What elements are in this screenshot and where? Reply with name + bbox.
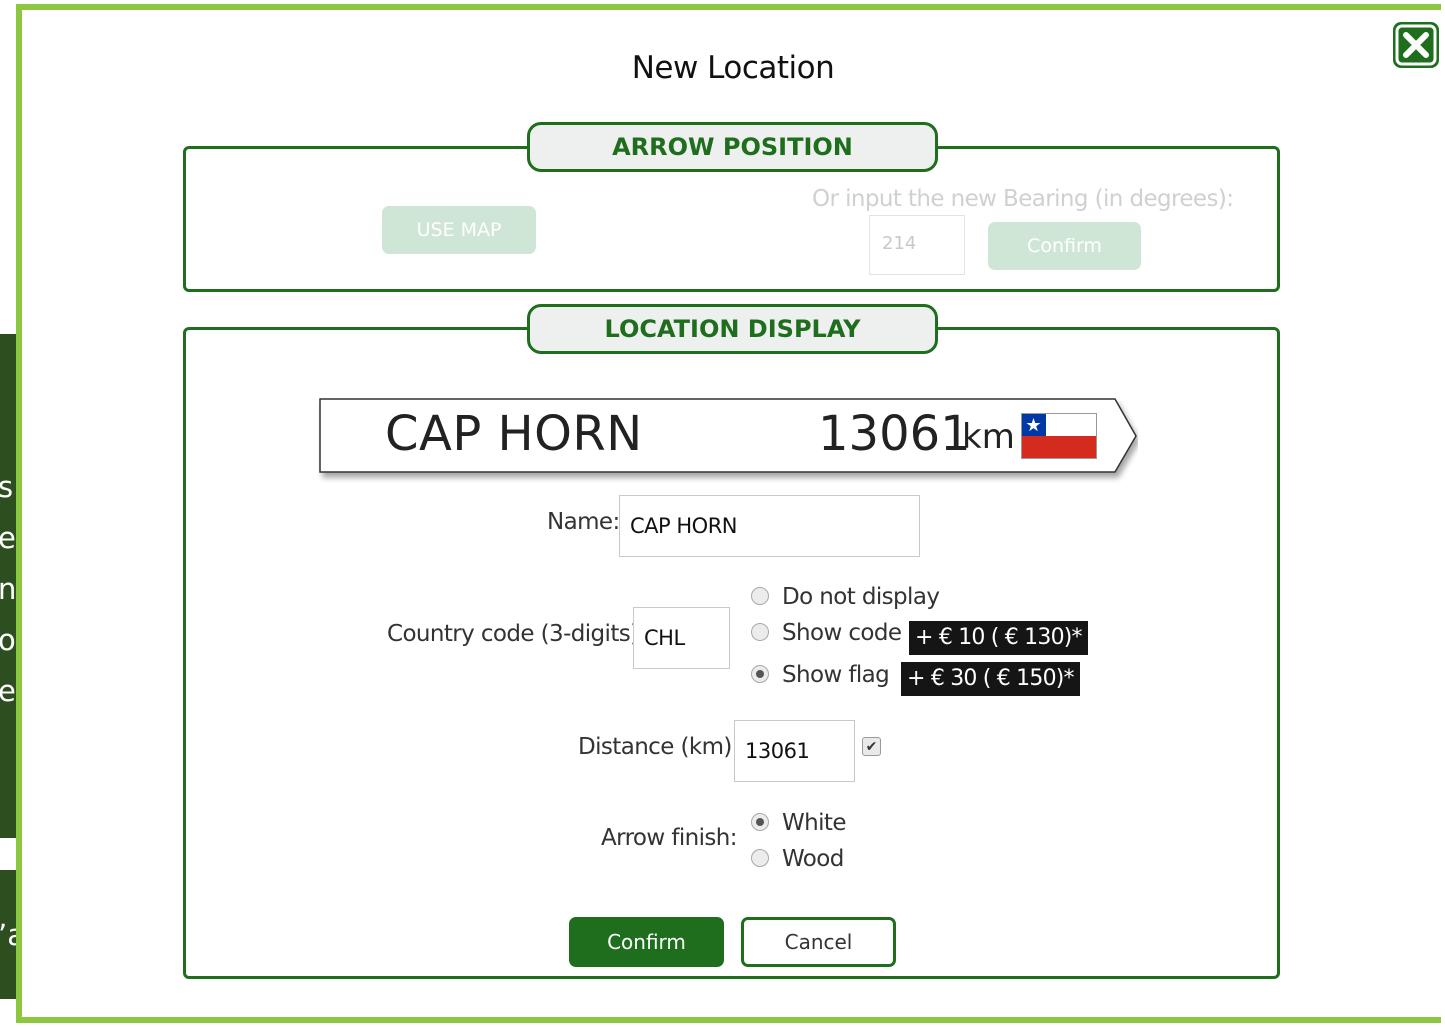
location-display-tab: LOCATION DISPLAY: [527, 304, 938, 354]
background-text-line: s: [0, 470, 14, 504]
price-tag-show-code: + € 10 ( € 130)*: [909, 621, 1088, 655]
radio-finish-wood[interactable]: [751, 849, 769, 867]
distance-input[interactable]: 13061: [734, 720, 855, 782]
sign-preview-unit: km: [962, 417, 1015, 457]
radio-show-code[interactable]: [751, 623, 769, 641]
radio-label-wood: Wood: [782, 846, 844, 872]
sign-preview-name: CAP HORN: [385, 406, 643, 462]
name-input[interactable]: CAP HORN: [619, 495, 920, 557]
chile-flag-icon: [1021, 413, 1097, 459]
distance-display-checkbox[interactable]: ✔: [862, 737, 881, 756]
country-code-label: Country code (3-digits):: [387, 621, 646, 647]
country-code-input[interactable]: CHL: [633, 607, 730, 669]
use-map-button[interactable]: USE MAP: [382, 206, 536, 254]
price-tag-show-flag: + € 30 ( € 150)*: [901, 662, 1080, 696]
sign-preview-distance: 13061: [818, 406, 971, 462]
confirm-button[interactable]: Confirm: [569, 917, 724, 967]
radio-label-white: White: [782, 810, 846, 836]
radio-finish-white[interactable]: [751, 813, 769, 831]
radio-show-flag[interactable]: [751, 665, 769, 683]
radio-label-show-code: Show code: [782, 620, 902, 646]
modal-title: New Location: [631, 50, 835, 86]
bearing-confirm-button[interactable]: Confirm: [988, 222, 1141, 270]
bearing-label: Or input the new Bearing (in degrees):: [812, 186, 1234, 212]
bearing-input[interactable]: 214: [869, 215, 965, 275]
distance-label: Distance (km):: [578, 734, 740, 760]
radio-label-do-not-display: Do not display: [782, 584, 940, 610]
cancel-button[interactable]: Cancel: [741, 917, 896, 967]
arrow-position-tab: ARROW POSITION: [527, 122, 938, 172]
radio-label-show-flag: Show flag: [782, 662, 890, 688]
radio-do-not-display[interactable]: [751, 587, 769, 605]
background-text-line: e: [0, 674, 16, 708]
name-label: Name:: [547, 509, 620, 535]
arrow-finish-label: Arrow finish:: [601, 825, 738, 851]
